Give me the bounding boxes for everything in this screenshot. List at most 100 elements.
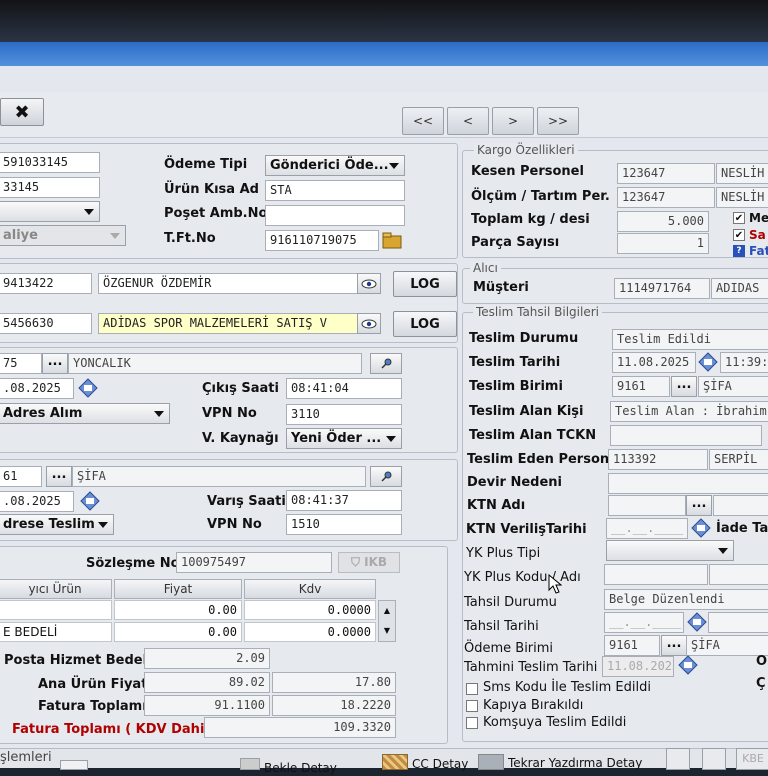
pickup-type-combo[interactable]: Adres Alım [0,403,170,424]
teslim-tarihi-field: 11.08.2025 [612,352,696,373]
ktn-tarih-field: __.__.____ [606,518,688,539]
odeme-birimi-lookup-button[interactable]: ... [661,635,687,656]
ktn-name-field [713,495,768,516]
eye-icon[interactable] [357,273,381,294]
odeme-birimi-name-field: ŞİFA [686,635,768,656]
tft-field[interactable]: 916110719075 [265,230,379,251]
col-header-kdv: Kdv [244,579,376,599]
table-cell [0,600,112,620]
action-button[interactable] [60,760,88,770]
odeme-tipi-combo[interactable]: Gönderici Öde... [265,155,405,176]
cikis-saati-field[interactable]: 08:41:04 [286,378,402,399]
calendar-icon[interactable] [698,352,718,372]
eye-icon[interactable] [357,313,381,334]
posta-label: Posta Hizmet Bedeli [4,653,152,668]
calendar-icon[interactable] [80,491,100,511]
checkbox-checked[interactable]: ✔ [733,212,745,224]
teslim-durumu-field: Teslim Edildi [612,329,768,350]
musteri-label: Müşteri [473,280,529,295]
sms-checkbox[interactable] [466,683,478,695]
ana-urun-label: Ana Ürün Fiyatı [38,677,152,692]
teslim-birimi-label: Teslim Birimi [469,379,563,394]
bekle-detay-button[interactable]: Bekle Detay [264,760,337,776]
code-field[interactable]: 33145 [0,177,100,198]
cikis-vpn-field[interactable]: 3110 [286,404,402,425]
ykplus-kodu-field [604,564,708,585]
scroll-up-icon[interactable]: ▲ [379,601,395,621]
calendar-icon[interactable] [678,655,698,675]
receiver-log-button[interactable]: LOG [393,311,457,337]
table-scrollbar[interactable]: ▲ ▼ [378,600,396,642]
table-cell: 0.0000 [244,622,376,642]
sozlesme-field: 100975497 [176,552,332,573]
receiver-id-field[interactable]: 5456630 [0,313,92,334]
help-icon[interactable]: ? [733,245,745,257]
teslim-panel-title: Teslim Tahsil Bilgileri [473,305,602,319]
teslim-tckn-label: Teslim Alan TCKN [469,428,597,443]
varis-saati-field[interactable]: 08:41:37 [286,490,402,511]
departure-unit-code-field[interactable]: 75 [0,353,42,374]
type-combo[interactable] [0,201,100,222]
arrival-unit-code-field[interactable]: 61 [0,466,42,487]
tekrar-yazdirma-button[interactable]: Tekrar Yazdırma Detay [508,755,642,771]
kg-field: 5.000 [617,211,709,232]
side-label-c: Ç [756,676,766,691]
komsu-checkbox[interactable] [466,717,478,729]
delivery-type-combo[interactable]: drese Teslim [0,514,114,535]
ykplus-tipi-combo[interactable] [606,540,734,561]
first-record-button[interactable]: << [402,107,444,135]
scroll-down-icon[interactable]: ▼ [379,621,395,641]
poset-label: Poşet Amb.No [164,206,268,221]
pin-icon[interactable] [370,466,402,487]
barcode-field[interactable]: 591033145 [0,152,100,173]
fatura-kdv-field: 18.2220 [272,695,396,716]
receiver-name-field[interactable]: ADİDAS SPOR MALZEMELERİ SATIŞ V [98,313,358,334]
urun-kisa-ad-field[interactable]: STA [265,180,405,201]
departure-unit-lookup-button[interactable]: ... [42,353,68,374]
kesen-label: Kesen Personel [471,164,584,179]
varis-vpn-field[interactable]: 1510 [286,514,402,535]
table-cell: E BEDELİ [0,622,112,642]
category-combo[interactable]: aliye [0,225,126,246]
cikis-saati-label: Çıkış Saati [202,381,279,396]
kapiya-checkbox[interactable] [466,700,478,712]
previous-record-button[interactable]: < [447,107,489,135]
next-record-button[interactable]: > [492,107,534,135]
arrival-unit-lookup-button[interactable]: ... [46,466,72,487]
ikb-button[interactable]: ⛉ IKB [338,552,400,573]
kaynak-combo[interactable]: Yeni Öder ... [286,428,402,449]
ktn-lookup-button[interactable]: ... [686,495,712,516]
teslim-birimi-lookup-button[interactable]: ... [671,376,697,397]
poset-field[interactable] [265,205,405,226]
calendar-icon[interactable] [78,378,98,398]
departure-date-field[interactable]: .08.2025 [0,378,74,399]
kaynak-label: V. Kaynağı [202,431,279,446]
shield-icon: ⛉ [350,555,360,569]
iade-label: İade Tar [716,521,768,536]
chevron-down-icon [110,233,120,239]
olcum-label: Ölçüm / Tartım Per. [471,189,610,204]
tahsil-durumu-label: Tahsil Durumu [464,595,557,610]
sender-log-button[interactable]: LOG [393,271,457,297]
kg-label: Toplam kg / desi [471,212,590,227]
arrival-date-field[interactable]: .08.2025 [0,491,74,512]
calendar-icon[interactable] [687,612,707,632]
mouse-cursor-icon [548,573,563,597]
sender-name-field[interactable]: ÖZGENUR ÖZDEMİR [98,273,358,294]
cc-detay-button[interactable]: CC Detay [412,756,468,772]
bekle-icon[interactable] [240,758,260,770]
kbe-button[interactable]: KBE [736,748,768,770]
last-record-button[interactable]: >> [537,107,579,135]
me-label: Me [749,211,768,225]
tahsil-tarihi-field: __.__.____ [604,612,684,633]
ana-urun-field: 89.02 [144,672,270,693]
pin-icon[interactable] [370,353,402,374]
close-button[interactable]: ✖ [0,98,44,126]
sender-id-field[interactable]: 9413422 [0,273,92,294]
fat-label: Fat [749,244,768,258]
checkbox-checked[interactable]: ✔ [733,229,745,241]
window-icon[interactable] [666,748,690,770]
calendar-icon[interactable] [691,518,711,538]
folder-icon[interactable] [381,230,405,251]
home-icon[interactable] [702,748,726,770]
